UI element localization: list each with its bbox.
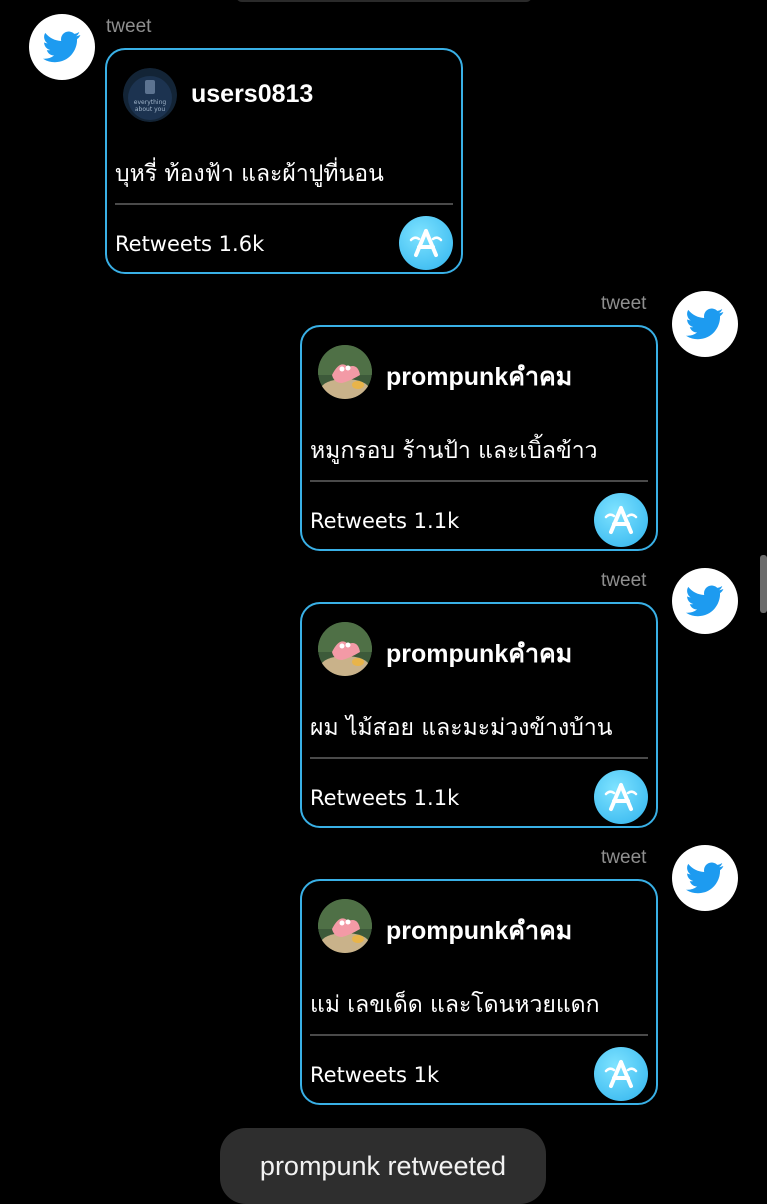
tweet-text: แม่ เลขเด็ด และโดนหวยแดก — [310, 992, 600, 1018]
username: prompunkคำคม — [386, 363, 573, 391]
sender-label: tweet — [106, 16, 152, 37]
twitter-bird-icon — [686, 585, 724, 617]
bot-avatar[interactable] — [672, 845, 738, 911]
toast-text: prompunk retweeted — [259, 1150, 507, 1181]
user-avatar — [318, 622, 372, 676]
bot-avatar[interactable] — [672, 568, 738, 634]
divider — [310, 480, 648, 482]
twitter-bird-icon — [686, 308, 724, 340]
retweet-icon — [604, 783, 638, 811]
patrick-star-avatar-icon — [318, 899, 372, 953]
retweet-count: Retweets 1.1k — [310, 786, 460, 810]
twitter-bird-icon — [686, 862, 724, 894]
user-avatar — [318, 899, 372, 953]
retweet-count: Retweets 1.1k — [310, 509, 460, 533]
svg-text:about you: about you — [135, 106, 165, 113]
twitter-bird-icon — [43, 31, 81, 63]
sender-label: tweet — [601, 847, 647, 868]
retweet-count: Retweets 1k — [310, 1063, 440, 1087]
username: users0813 — [191, 80, 314, 108]
svg-text:everything: everything — [134, 99, 167, 106]
dark-night-avatar-icon: everything about you — [123, 68, 177, 122]
toast-notification: prompunk retweeted — [220, 1128, 546, 1204]
tweet-card[interactable]: prompunkคำคม ผม ไม้สอย และมะม่วงข้างบ้าน… — [300, 602, 658, 828]
sender-label: tweet — [601, 570, 647, 591]
tweet-text: หมูกรอบ ร้านป้า และเบิ้ลข้าว — [310, 438, 598, 464]
retweet-button[interactable] — [594, 770, 648, 824]
retweet-icon — [604, 1060, 638, 1088]
bot-avatar[interactable] — [672, 291, 738, 357]
scrollbar[interactable] — [760, 555, 767, 613]
user-avatar: everything about you — [123, 68, 177, 122]
patrick-star-avatar-icon — [318, 345, 372, 399]
user-avatar — [318, 345, 372, 399]
bot-avatar[interactable] — [29, 14, 95, 80]
retweet-button[interactable] — [594, 493, 648, 547]
tweet-card[interactable]: prompunkคำคม หมูกรอบ ร้านป้า และเบิ้ลข้า… — [300, 325, 658, 551]
sender-label: tweet — [601, 293, 647, 314]
username: prompunkคำคม — [386, 917, 573, 945]
tweet-text: บุหรี่ ท้องฟ้า และผ้าปูที่นอน — [115, 161, 384, 187]
top-handle — [236, 0, 532, 2]
divider — [310, 757, 648, 759]
retweet-count: Retweets 1.6k — [115, 232, 265, 256]
tweet-card[interactable]: prompunkคำคม แม่ เลขเด็ด และโดนหวยแดก Re… — [300, 879, 658, 1105]
username: prompunkคำคม — [386, 640, 573, 668]
tweet-card[interactable]: everything about you users0813 บุหรี่ ท้… — [105, 48, 463, 274]
divider — [310, 1034, 648, 1036]
retweet-button[interactable] — [399, 216, 453, 270]
patrick-star-avatar-icon — [318, 622, 372, 676]
retweet-icon — [604, 506, 638, 534]
divider — [115, 203, 453, 205]
retweet-icon — [409, 229, 443, 257]
tweet-text: ผม ไม้สอย และมะม่วงข้างบ้าน — [310, 715, 613, 741]
retweet-button[interactable] — [594, 1047, 648, 1101]
